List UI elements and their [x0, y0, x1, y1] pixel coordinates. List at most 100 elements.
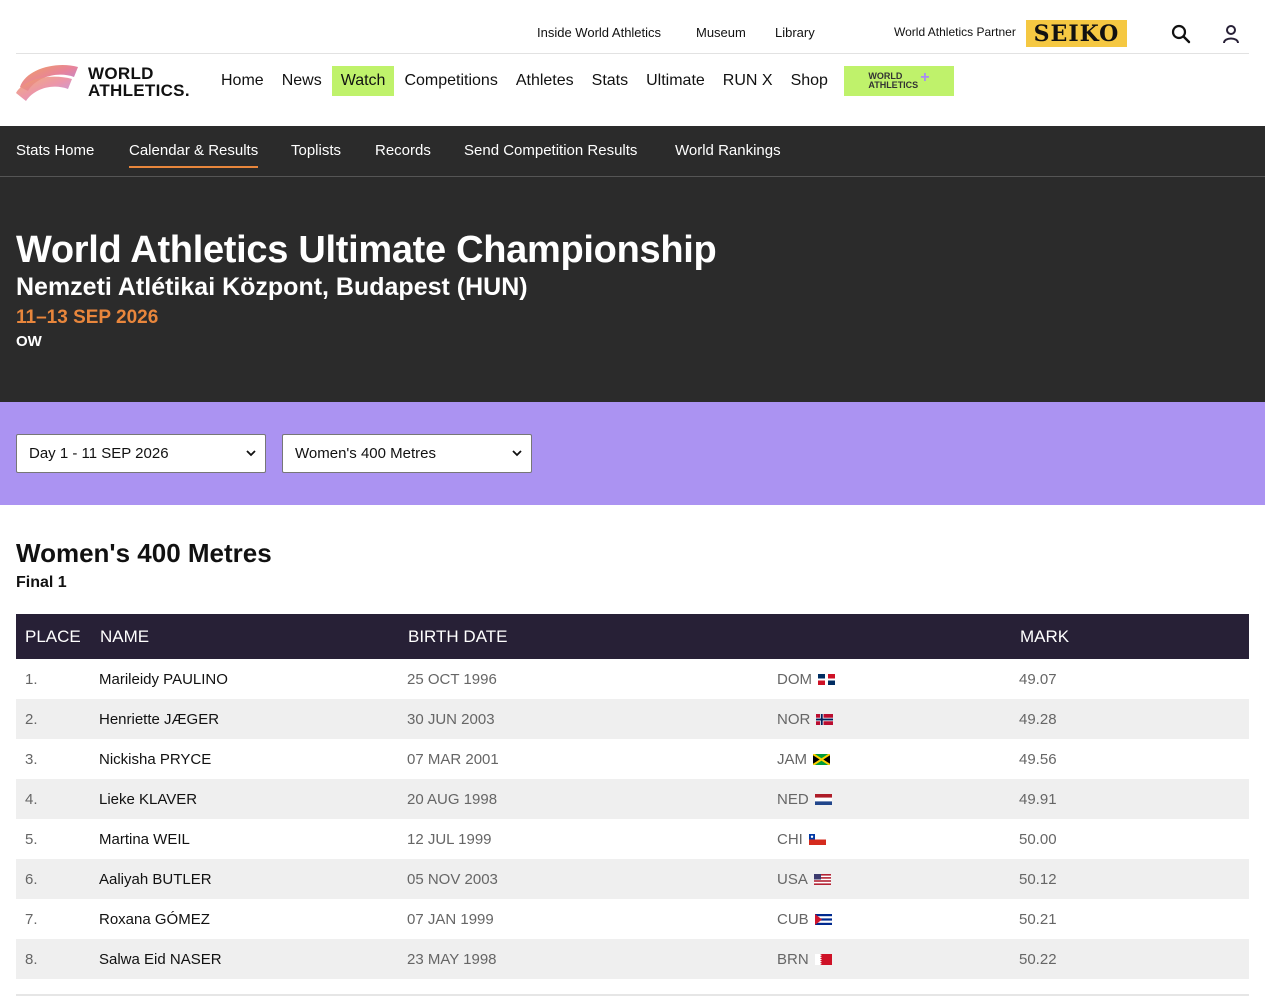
- competition-category: OW: [16, 333, 42, 350]
- event-round: Final 1: [16, 574, 67, 591]
- place-cell: 4.: [25, 791, 38, 808]
- subnav-calendar-results[interactable]: Calendar & Results: [129, 142, 259, 168]
- table-row: 8. Salwa Eid NASER 23 MAY 1998 BRN 50.22: [16, 939, 1249, 979]
- nav-watch[interactable]: Watch: [331, 66, 395, 96]
- results-table-header: PLACE NAME BIRTH DATE MARK: [16, 614, 1249, 659]
- flag-usa-icon: [813, 874, 831, 885]
- flag-ned-icon: [814, 794, 832, 805]
- museum-link[interactable]: Museum: [696, 25, 746, 40]
- flag-chi-icon: [808, 834, 826, 845]
- nav-stats[interactable]: Stats: [583, 66, 637, 96]
- event-select[interactable]: Women's 400 Metres: [282, 434, 532, 473]
- country-cell: NED: [777, 791, 832, 808]
- flag-dom-icon: [818, 674, 835, 685]
- subnav-toplists[interactable]: Toplists: [291, 142, 341, 159]
- nav-home[interactable]: Home: [212, 66, 273, 96]
- table-row: 7. Roxana GÓMEZ 07 JAN 1999 CUB 50.21: [16, 899, 1249, 939]
- athlete-name-link[interactable]: Salwa Eid NASER: [99, 951, 222, 968]
- event-select-value: Women's 400 Metres: [295, 445, 436, 462]
- athlete-name-link[interactable]: Marileidy PAULINO: [99, 671, 228, 688]
- header-mark: MARK: [1020, 627, 1070, 646]
- place-cell: 1.: [25, 671, 38, 688]
- user-icon[interactable]: [1219, 22, 1243, 46]
- athlete-name-link[interactable]: Nickisha PRYCE: [99, 751, 211, 768]
- country-code: CHI: [777, 831, 803, 848]
- nav-run-x[interactable]: RUN X: [714, 66, 782, 96]
- table-row: 6. Aaliyah BUTLER 05 NOV 2003 USA 50.12: [16, 859, 1249, 899]
- country-code: CUB: [777, 911, 809, 928]
- table-row: 1. Marileidy PAULINO 25 OCT 1996 DOM 49.…: [16, 659, 1249, 699]
- country-cell: USA: [777, 871, 831, 888]
- country-code: BRN: [777, 951, 809, 968]
- mark-cell: 50.12: [1019, 871, 1057, 888]
- search-icon[interactable]: [1169, 22, 1193, 46]
- flag-cub-icon: [814, 914, 832, 925]
- nav-ultimate[interactable]: Ultimate: [637, 66, 714, 96]
- birth-date-cell: 20 AUG 1998: [407, 791, 498, 808]
- birth-date-cell: 30 JUN 2003: [407, 711, 495, 728]
- mark-cell: 50.22: [1019, 951, 1057, 968]
- partner-label: World Athletics Partner: [894, 25, 1016, 39]
- library-link[interactable]: Library: [775, 25, 815, 40]
- seiko-logo[interactable]: SEIKO: [1026, 20, 1127, 47]
- country-code: NOR: [777, 711, 811, 728]
- logo-line-1: WORLD: [88, 64, 154, 83]
- nav-news[interactable]: News: [273, 66, 331, 96]
- country-code: NED: [777, 791, 809, 808]
- nav-athletes[interactable]: Athletes: [507, 66, 583, 96]
- subnav-records[interactable]: Records: [375, 142, 431, 159]
- event-title: Women's 400 Metres: [16, 538, 272, 568]
- birth-date-cell: 07 JAN 1999: [407, 911, 494, 928]
- country-cell: BRN: [777, 951, 832, 968]
- athlete-name-link[interactable]: Henriette JÆGER: [99, 711, 219, 728]
- table-row: 2. Henriette JÆGER 30 JUN 2003 NOR 49.28: [16, 699, 1249, 739]
- athlete-name-link[interactable]: Lieke KLAVER: [99, 791, 197, 808]
- nav-competitions[interactable]: Competitions: [395, 66, 506, 96]
- table-row: 3. Nickisha PRYCE 07 MAR 2001 JAM 49.56: [16, 739, 1249, 779]
- nav-shop[interactable]: Shop: [782, 66, 837, 96]
- inside-world-athletics-link[interactable]: Inside World Athletics: [537, 25, 661, 40]
- flag-nor-icon: [816, 714, 834, 725]
- chevron-down-icon: [512, 450, 522, 457]
- chevron-down-icon: [246, 450, 256, 457]
- mark-cell: 49.56: [1019, 751, 1057, 768]
- utility-bar: Inside World Athletics Museum Library Wo…: [16, 0, 1249, 54]
- header-place: PLACE: [25, 627, 81, 646]
- place-cell: 3.: [25, 751, 38, 768]
- wa-plus-line-2: ATHLETICS: [868, 80, 919, 90]
- logo-line-2: ATHLETICS.: [88, 81, 190, 100]
- country-cell: NOR: [777, 711, 834, 728]
- place-cell: 8.: [25, 951, 38, 968]
- athlete-name-link[interactable]: Roxana GÓMEZ: [99, 911, 210, 928]
- subnav-stats-home[interactable]: Stats Home: [16, 142, 94, 159]
- competition-title: World Athletics Ultimate Championship: [16, 229, 717, 271]
- competition-date: 11–13 SEP 2026: [16, 307, 159, 328]
- day-select-value: Day 1 - 11 SEP 2026: [29, 445, 169, 462]
- wa-plus-wordmark: WORLD ATHLETICS: [868, 72, 918, 90]
- competition-venue: Nemzeti Atlétikai Központ, Budapest (HUN…: [16, 273, 528, 301]
- world-athletics-logo[interactable]: WORLD ATHLETICS.: [16, 60, 201, 104]
- stats-subnav: Stats Home Calendar & Results Toplists R…: [0, 126, 1265, 177]
- plus-icon: +: [920, 68, 930, 86]
- birth-date-cell: 25 OCT 1996: [407, 671, 497, 688]
- athlete-name-link[interactable]: Martina WEIL: [99, 831, 190, 848]
- subnav-world-rankings[interactable]: World Rankings: [675, 142, 781, 159]
- day-select[interactable]: Day 1 - 11 SEP 2026: [16, 434, 266, 473]
- mark-cell: 49.28: [1019, 711, 1057, 728]
- country-code: DOM: [777, 671, 812, 688]
- header-name: NAME: [100, 627, 150, 646]
- birth-date-cell: 07 MAR 2001: [407, 751, 499, 768]
- mark-cell: 50.00: [1019, 831, 1057, 848]
- country-code: JAM: [777, 751, 807, 768]
- filters-band: Day 1 - 11 SEP 2026 Women's 400 Metres: [0, 402, 1265, 505]
- place-cell: 5.: [25, 831, 38, 848]
- results-table-body: 1. Marileidy PAULINO 25 OCT 1996 DOM 49.…: [16, 659, 1249, 979]
- flag-brn-icon: [814, 954, 832, 965]
- world-athletics-plus-button[interactable]: WORLD ATHLETICS +: [843, 66, 954, 96]
- logo-wordmark: WORLD ATHLETICS.: [88, 65, 190, 99]
- competition-hero: World Athletics Ultimate Championship Ne…: [0, 177, 1265, 402]
- subnav-send-competition-results[interactable]: Send Competition Results: [464, 142, 637, 159]
- table-row: 5. Martina WEIL 12 JUL 1999 CHI 50.00: [16, 819, 1249, 859]
- athlete-name-link[interactable]: Aaliyah BUTLER: [99, 871, 212, 888]
- country-cell: DOM: [777, 671, 835, 688]
